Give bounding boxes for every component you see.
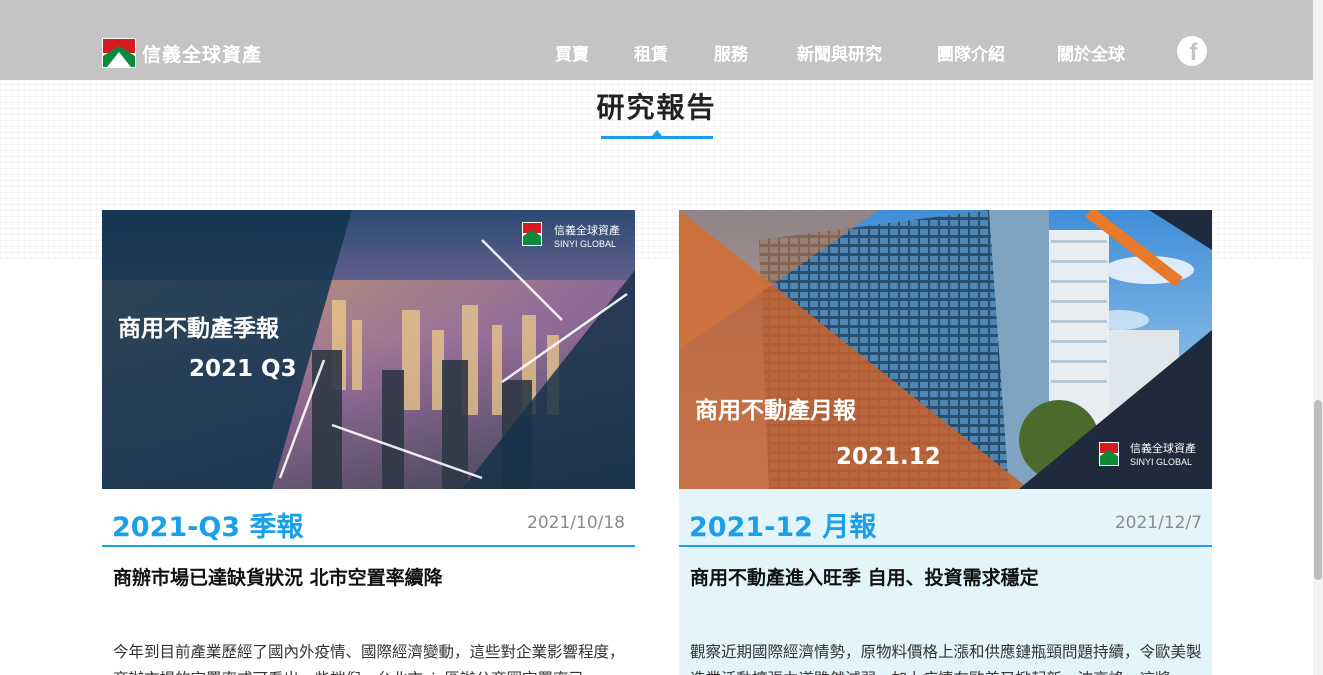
cover-period: 2021 Q3	[189, 356, 297, 382]
report-card-2021-12[interactable]: 信義全球資產 SINYI GLOBAL 商用不動產月報 2021.12 2021…	[679, 210, 1212, 675]
report-cover-image[interactable]: 信義全球資產 SINYI GLOBAL 商用不動產月報 2021.12	[679, 210, 1212, 489]
nav-item-about[interactable]: 關於全球	[1057, 40, 1125, 65]
page-scrollbar-thumb[interactable]	[1314, 400, 1322, 580]
cover-period: 2021.12	[836, 444, 941, 470]
report-title[interactable]: 商辦市場已達缺貨狀況 北市空置率續降	[113, 563, 443, 590]
title-underline	[601, 136, 713, 139]
nav-item-lease[interactable]: 租賃	[634, 40, 668, 65]
card-header: 2021-Q3 季報 2021/10/18	[102, 489, 635, 547]
cover-headline: 商用不動產月報	[695, 397, 857, 424]
svg-text:SINYI GLOBAL: SINYI GLOBAL	[554, 239, 616, 249]
facebook-icon[interactable]: f	[1177, 36, 1207, 66]
report-date: 2021/10/18	[527, 513, 625, 533]
card-body: 2021-12 月報 2021/12/7 商用不動產進入旺季 自用、投資需求穩定…	[679, 489, 1212, 675]
report-card-q3[interactable]: 信義全球資產 SINYI GLOBAL 商用不動產季報 2021 Q3 2021…	[102, 210, 635, 675]
cover-headline: 商用不動產季報	[118, 315, 280, 342]
svg-text:信義全球資產: 信義全球資產	[1130, 441, 1196, 455]
nav-item-team[interactable]: 團隊介紹	[937, 40, 1005, 65]
nav-item-buy-sell[interactable]: 買賣	[555, 40, 589, 65]
card-body: 2021-Q3 季報 2021/10/18 商辦市場已達缺貨狀況 北市空置率續降…	[102, 489, 635, 675]
card-header: 2021-12 月報 2021/12/7	[679, 489, 1212, 547]
report-date: 2021/12/7	[1114, 513, 1202, 533]
main-nav: 買賣 租賃 服務 新聞與研究 團隊介紹 關於全球	[0, 40, 1313, 65]
report-tag[interactable]: 2021-Q3 季報	[112, 505, 304, 544]
report-tag[interactable]: 2021-12 月報	[689, 505, 876, 544]
report-cover-image[interactable]: 信義全球資產 SINYI GLOBAL 商用不動產季報 2021 Q3	[102, 210, 635, 489]
svg-text:SINYI GLOBAL: SINYI GLOBAL	[1130, 457, 1192, 467]
site-header: 信義全球資產 買賣 租賃 服務 新聞與研究 團隊介紹 關於全球 f	[0, 0, 1313, 80]
report-excerpt: 今年到目前產業歷經了國內外疫情、國際經濟變動，這些對企業影響程度，商辦市場的空置…	[113, 643, 625, 675]
section-title: 研究報告	[596, 91, 717, 124]
report-title[interactable]: 商用不動產進入旺季 自用、投資需求穩定	[690, 563, 1039, 590]
nav-item-services[interactable]: 服務	[714, 40, 748, 65]
nav-item-news-research[interactable]: 新聞與研究	[797, 40, 882, 65]
report-excerpt: 觀察近期國際經濟情勢，原物料價格上漲和供應鏈瓶頸問題持續，令歐美製造業活動擴張力…	[690, 643, 1202, 675]
svg-text:信義全球資產: 信義全球資產	[554, 223, 620, 237]
